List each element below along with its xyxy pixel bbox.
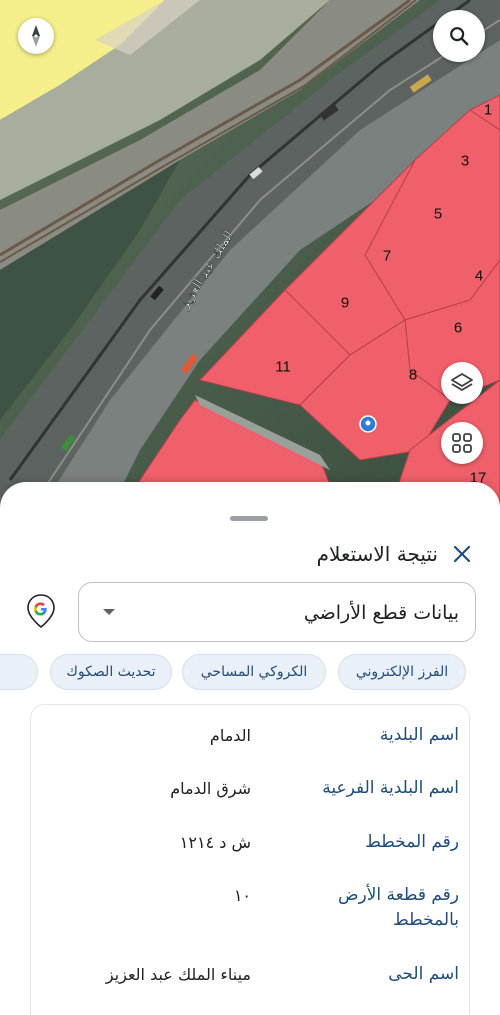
grid-button[interactable] [441, 422, 483, 464]
map-view[interactable]: الملك عبد العزيز 1 3 5 7 4 9 6 11 8 17 [0, 0, 500, 510]
row-value: الدمام [209, 726, 251, 745]
google-logo-icon[interactable] [26, 594, 56, 628]
parcel-label[interactable]: 5 [434, 206, 442, 223]
parcel-info-card: اسم البلدية الدمام اسم البلدية الفرعية ش… [30, 704, 470, 1015]
layers-button[interactable] [441, 362, 483, 404]
layers-icon [451, 373, 473, 391]
compass-icon [32, 25, 40, 47]
parcel-label[interactable]: 4 [475, 268, 483, 285]
search-button[interactable] [433, 10, 485, 62]
satellite-imagery: الملك عبد العزيز [0, 0, 500, 510]
drag-handle[interactable] [230, 516, 268, 521]
row-value: ش د ١٢١٤ [179, 833, 251, 852]
sheet-title: نتيجة الاستعلام [316, 542, 438, 566]
parcel-label[interactable]: 9 [341, 295, 349, 312]
row-value: شرق الدمام [170, 779, 251, 798]
row-label: اسم الحى [388, 964, 459, 984]
close-icon [453, 545, 471, 563]
chip-update-deeds[interactable]: تحديث الصكوك [50, 654, 172, 690]
location-pin-icon[interactable] [358, 414, 378, 434]
parcel-label[interactable]: 3 [461, 153, 469, 170]
chip-electronic-sorting[interactable]: الفرز الإلكتروني [338, 654, 466, 690]
layer-select-value: بيانات قطع الأراضي [303, 602, 459, 624]
chevron-down-icon [103, 609, 115, 615]
parcel-label[interactable]: 7 [383, 248, 391, 265]
parcel-label[interactable]: 1 [484, 102, 492, 119]
parcel-label[interactable]: 11 [275, 359, 291, 376]
grid-icon [452, 433, 472, 453]
close-button[interactable] [448, 540, 476, 568]
row-label: اسم البلدية [379, 725, 459, 745]
result-sheet: نتيجة الاستعلام بيانات قطع الأراضي الفرز… [0, 482, 500, 1015]
row-value: ميناء الملك عبد العزيز [105, 965, 251, 984]
row-value: ١٠ [233, 886, 251, 905]
chip-survey-sketch[interactable]: الكروكي المساحي [182, 654, 326, 690]
compass-button[interactable] [18, 18, 54, 54]
row-label: رقم قطعة الأرض بالمخطط [337, 885, 459, 930]
search-icon [450, 27, 469, 46]
layer-select[interactable]: بيانات قطع الأراضي [78, 582, 476, 642]
row-label: رقم المخطط [365, 832, 459, 852]
row-label: اسم البلدية الفرعية [322, 778, 459, 798]
action-chips: الفرز الإلكتروني الكروكي المساحي تحديث ا… [0, 654, 500, 694]
parcel-label[interactable]: 6 [454, 320, 462, 337]
parcel-label[interactable]: 8 [409, 367, 417, 384]
chip-more[interactable] [0, 654, 38, 690]
